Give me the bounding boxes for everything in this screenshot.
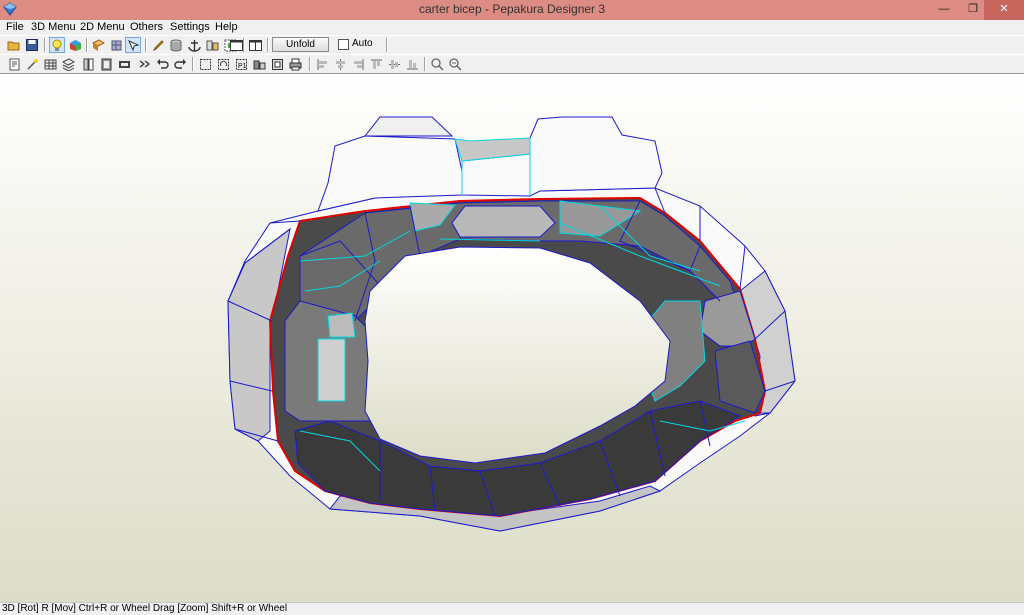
join-part-icon[interactable]: [251, 56, 267, 72]
bicep-3d-model[interactable]: [0, 74, 1024, 603]
wand-icon[interactable]: [24, 56, 40, 72]
left-notch-top: [327, 312, 356, 338]
dual-view-icon[interactable]: [247, 37, 263, 53]
3d-viewport[interactable]: [0, 73, 1024, 603]
menu-others[interactable]: Others: [130, 20, 163, 35]
zoom-icon[interactable]: [429, 56, 445, 72]
unfold-button[interactable]: Unfold: [272, 37, 329, 52]
minimize-icon: —: [938, 3, 950, 15]
paper-icon[interactable]: [90, 37, 106, 53]
parts-icon[interactable]: [204, 37, 220, 53]
single-view-icon[interactable]: [228, 37, 244, 53]
menu-2d[interactable]: 2D Menu: [80, 20, 125, 35]
edge-icon[interactable]: [80, 56, 96, 72]
align-center-icon[interactable]: [332, 56, 348, 72]
save-icon[interactable]: [24, 37, 40, 53]
light-icon[interactable]: [49, 37, 65, 53]
inner-top-panel: [451, 205, 556, 238]
hide-icon[interactable]: [269, 56, 285, 72]
select-icon[interactable]: [125, 37, 141, 53]
status-bar: 3D [Rot] R [Mov] Ctrl+R or Wheel Drag [Z…: [0, 602, 1024, 615]
color-icon[interactable]: [67, 37, 83, 53]
menu-3d[interactable]: 3D Menu: [31, 20, 76, 35]
move-part-icon[interactable]: P1: [233, 56, 249, 72]
auto-label: Auto: [352, 38, 373, 49]
restore-icon: ❐: [968, 3, 978, 15]
open-icon[interactable]: [6, 37, 22, 53]
zoom-fit-icon[interactable]: [447, 56, 463, 72]
menu-settings[interactable]: Settings: [170, 20, 210, 35]
svg-text:P1: P1: [238, 63, 247, 70]
anchor-icon[interactable]: [186, 37, 202, 53]
align-right-icon[interactable]: [350, 56, 366, 72]
rotate-part-icon[interactable]: [215, 56, 231, 72]
left-notch-face: [317, 338, 346, 402]
close-button[interactable]: ✕: [984, 0, 1024, 20]
minimize-button[interactable]: —: [930, 0, 958, 20]
book-icon[interactable]: [98, 56, 114, 72]
auto-checkbox[interactable]: [338, 39, 349, 50]
status-text: 3D [Rot] R [Mov] Ctrl+R or Wheel Drag [Z…: [2, 603, 288, 614]
flap-icon[interactable]: [116, 56, 132, 72]
menu-bar: File 3D Menu 2D Menu Others Settings Hel…: [0, 20, 1024, 35]
close-icon: ✕: [999, 3, 1009, 15]
print-icon[interactable]: [6, 56, 22, 72]
select-rect-icon[interactable]: [197, 56, 213, 72]
align-top-icon[interactable]: [368, 56, 384, 72]
align-left-icon[interactable]: [314, 56, 330, 72]
redo-icon[interactable]: [172, 56, 188, 72]
undo-icon[interactable]: [154, 56, 170, 72]
align-bottom-icon[interactable]: [404, 56, 420, 72]
pencil-icon[interactable]: [150, 37, 166, 53]
print-sheet-icon[interactable]: [287, 56, 303, 72]
menu-help[interactable]: Help: [215, 20, 238, 35]
restore-button[interactable]: ❐: [959, 0, 987, 20]
grid-icon[interactable]: [42, 56, 58, 72]
join-icon[interactable]: [136, 56, 152, 72]
layers-icon[interactable]: [60, 56, 76, 72]
align-middle-icon[interactable]: [386, 56, 402, 72]
menu-file[interactable]: File: [6, 20, 24, 35]
edit-toolbar: P1: [0, 54, 1024, 73]
window-title: carter bicep - Pepakura Designer 3: [418, 2, 606, 16]
main-toolbar: Unfold Auto: [0, 35, 1024, 54]
texture-icon[interactable]: [108, 37, 124, 53]
title-bar: carter bicep - Pepakura Designer 3 — ❐ ✕: [0, 0, 1024, 20]
cylinder-icon[interactable]: [168, 37, 184, 53]
